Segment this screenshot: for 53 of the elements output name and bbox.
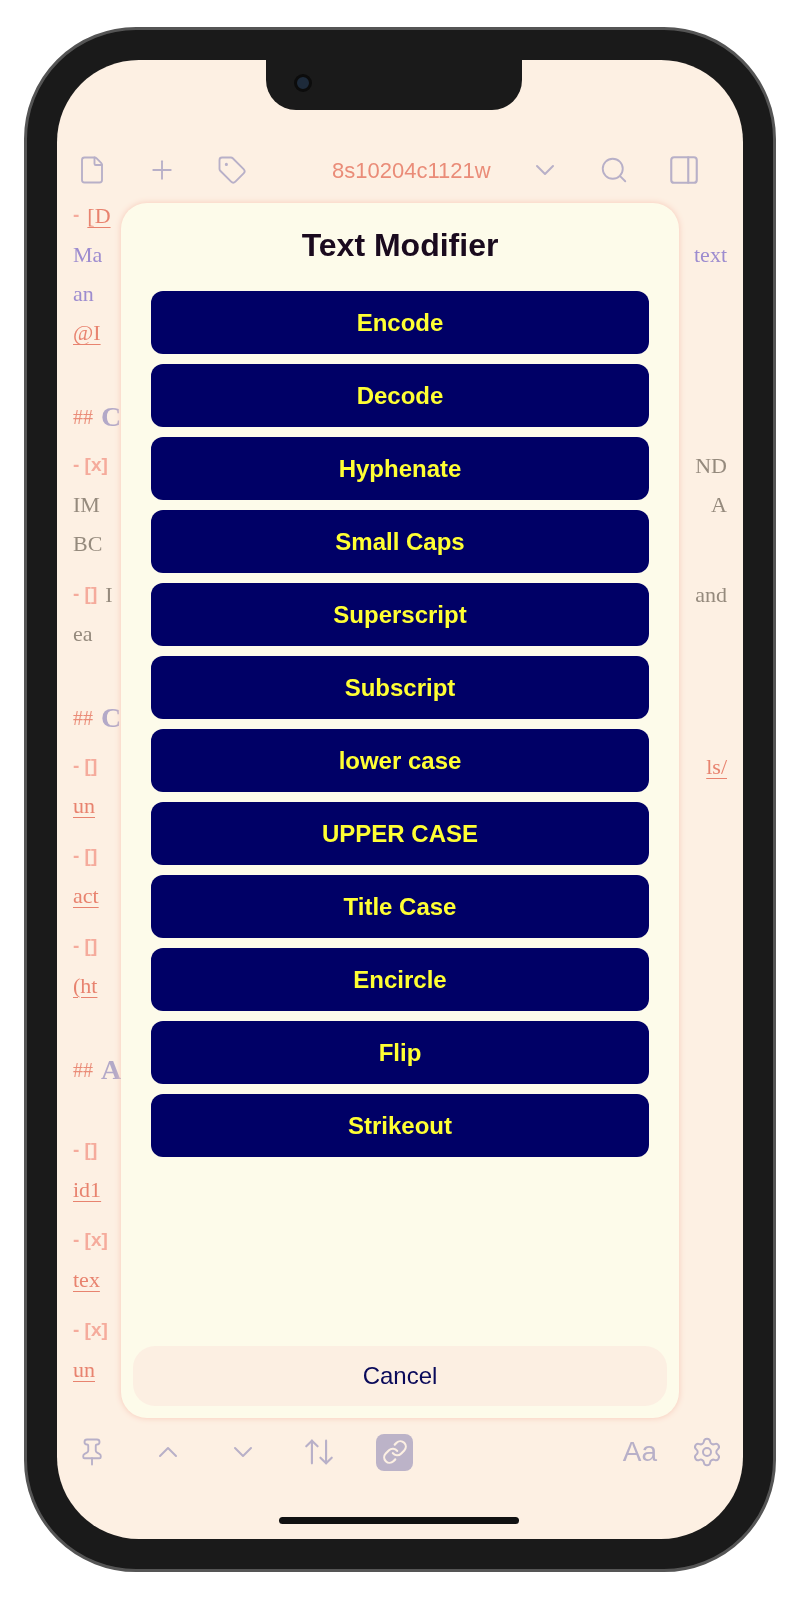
option-button[interactable]: Subscript	[151, 656, 649, 719]
heading-marker: ##	[73, 1058, 93, 1083]
heading-text: A	[101, 1053, 122, 1087]
note-text: tex	[73, 1266, 100, 1294]
list-marker: - [x]	[73, 1228, 108, 1253]
note-text: BC	[73, 530, 103, 558]
heading-text: C	[101, 701, 122, 735]
dialog-title: Text Modifier	[300, 226, 500, 265]
link-button[interactable]	[376, 1433, 413, 1471]
heading-marker: ##	[73, 405, 93, 430]
list-marker: - []	[73, 1138, 98, 1163]
note-text: ls/	[706, 753, 727, 781]
option-button[interactable]: Encode	[151, 291, 649, 354]
list-marker: - []	[73, 582, 98, 607]
note-text: [D	[87, 202, 111, 230]
note-text: un	[73, 792, 95, 820]
option-button[interactable]: Encircle	[151, 948, 649, 1011]
heading-marker: ##	[73, 706, 93, 731]
note-text: un	[73, 1356, 95, 1384]
note-text: IM	[73, 491, 100, 519]
note-text: @I	[73, 319, 101, 347]
list-marker: -	[73, 203, 80, 228]
camera-icon	[294, 74, 312, 92]
option-button[interactable]: Hyphenate	[151, 437, 649, 500]
note-text: Ma	[73, 241, 103, 269]
option-button[interactable]: Superscript	[151, 583, 649, 646]
list-marker: - []	[73, 844, 98, 869]
note-text: id1	[73, 1176, 102, 1204]
option-button[interactable]: Title Case	[151, 875, 649, 938]
note-text: I	[105, 581, 113, 609]
option-button[interactable]: Strikeout	[151, 1094, 649, 1157]
note-text: ND	[695, 452, 727, 480]
tag-icon[interactable]	[217, 155, 247, 185]
list-marker: - [x]	[73, 1318, 108, 1343]
settings-icon[interactable]	[691, 1436, 723, 1468]
note-text: an	[73, 280, 94, 308]
link-icon	[381, 1439, 408, 1465]
option-button[interactable]: Small Caps	[151, 510, 649, 573]
note-text: and	[695, 581, 727, 609]
list-marker: - []	[73, 934, 98, 959]
note-text: A	[711, 491, 727, 519]
heading-text: C	[101, 400, 122, 434]
option-button[interactable]: UPPER CASE	[151, 802, 649, 865]
note-text: (ht	[73, 972, 98, 1000]
option-button[interactable]: lower case	[151, 729, 649, 792]
note-text: act	[73, 882, 99, 910]
option-button[interactable]: Decode	[151, 364, 649, 427]
option-button[interactable]: Flip	[151, 1021, 649, 1084]
note-text: text	[694, 241, 727, 269]
list-marker: - [x]	[73, 453, 108, 478]
note-text: ea	[73, 620, 93, 648]
cancel-button[interactable]: Cancel	[133, 1346, 667, 1406]
list-marker: - []	[73, 754, 98, 779]
